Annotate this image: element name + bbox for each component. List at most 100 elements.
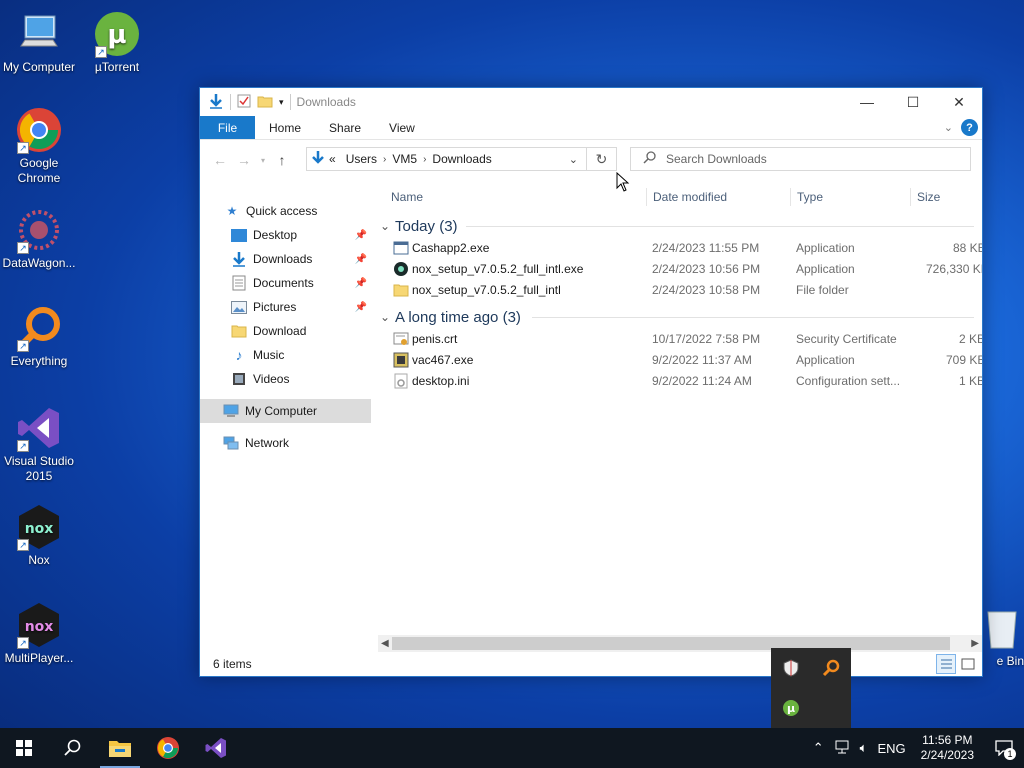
- file-row[interactable]: desktop.ini 9/2/2022 11:24 AM Configurat…: [378, 371, 982, 392]
- desktop-icon-label: Nox: [28, 553, 50, 567]
- details-view-button[interactable]: [936, 654, 956, 674]
- desktop-icon-datawagon[interactable]: ↗ DataWagon...: [0, 206, 78, 271]
- file-type: Application: [796, 262, 855, 276]
- column-header-date[interactable]: Date modified: [646, 188, 727, 206]
- tab-share[interactable]: Share: [315, 116, 375, 139]
- large-icons-view-button[interactable]: [958, 654, 978, 674]
- input-language[interactable]: ENG: [872, 741, 910, 756]
- breadcrumb-users[interactable]: Users: [340, 152, 383, 166]
- clock-time: 11:56 PM: [922, 733, 973, 747]
- utorrent-tray-icon[interactable]: µ: [782, 699, 800, 720]
- desktop-icon-multiplayer[interactable]: nox ↗ MultiPlayer...: [0, 601, 78, 666]
- file-name: nox_setup_v7.0.5.2_full_intl.exe: [412, 262, 584, 276]
- nav-item-download[interactable]: Download: [200, 319, 371, 343]
- nav-item-downloads[interactable]: Downloads 📌: [200, 247, 371, 271]
- properties-icon[interactable]: [237, 94, 251, 111]
- column-header-size[interactable]: Size: [910, 188, 940, 206]
- desktop-icon-label: DataWagon...: [2, 256, 76, 270]
- nav-label: My Computer: [245, 404, 318, 418]
- title-bar[interactable]: ▾ Downloads — ☐ ✕: [200, 88, 982, 116]
- address-bar[interactable]: « Users › VM5 › Downloads ⌄: [306, 147, 587, 171]
- up-arrow-icon[interactable]: ↑: [270, 152, 294, 168]
- breadcrumb-overflow[interactable]: «: [325, 152, 340, 166]
- forward-arrow-icon[interactable]: →: [232, 152, 256, 168]
- file-row[interactable]: vac467.exe 9/2/2022 11:37 AM Application…: [378, 350, 982, 371]
- network-status-icon[interactable]: [829, 740, 855, 757]
- nav-item-desktop[interactable]: Desktop 📌: [200, 223, 371, 247]
- file-date: 2/24/2023 10:58 PM: [652, 283, 761, 297]
- nav-quick-access[interactable]: ★ Quick access: [200, 199, 371, 223]
- application-icon: [393, 240, 409, 256]
- nav-my-computer[interactable]: My Computer: [200, 399, 371, 423]
- file-date: 9/2/2022 11:24 AM: [652, 374, 752, 388]
- desktop-icon-nox[interactable]: nox ↗ Nox: [0, 503, 78, 568]
- tab-file[interactable]: File: [200, 116, 255, 139]
- desktop-icon-visual-studio[interactable]: ↗ Visual Studio 2015: [0, 404, 78, 484]
- taskbar-visual-studio[interactable]: [192, 728, 240, 768]
- column-header-type[interactable]: Type: [790, 188, 823, 206]
- refresh-button[interactable]: ↻: [587, 147, 617, 171]
- videos-icon: [231, 371, 247, 387]
- everything-tray-icon[interactable]: [822, 659, 840, 680]
- nav-item-music[interactable]: ♪ Music: [200, 343, 371, 367]
- pin-icon[interactable]: 📌: [355, 302, 367, 313]
- search-placeholder: Search Downloads: [666, 152, 767, 166]
- scroll-right-arrow-icon[interactable]: ▶: [971, 638, 979, 649]
- group-header-long-time-ago[interactable]: ⌄ A long time ago (3): [378, 305, 982, 329]
- desktop-icon-my-computer[interactable]: My Computer: [0, 10, 78, 75]
- security-shield-icon[interactable]: [782, 659, 800, 680]
- quick-access-toolbar: ▾: [200, 88, 291, 116]
- scrollbar-thumb[interactable]: [392, 637, 950, 650]
- pin-icon[interactable]: 📌: [355, 230, 367, 241]
- group-header-today[interactable]: ⌄ Today (3): [378, 214, 982, 238]
- nav-network[interactable]: Network: [200, 431, 371, 455]
- desktop-icon-label: Everything: [10, 354, 68, 368]
- pin-icon[interactable]: 📌: [355, 278, 367, 289]
- nav-item-videos[interactable]: Videos: [200, 367, 371, 391]
- show-hidden-icons-chevron-icon[interactable]: ⌃: [808, 740, 829, 756]
- customize-dropdown-icon[interactable]: ▾: [279, 97, 284, 108]
- minimize-button[interactable]: —: [844, 88, 890, 116]
- mouse-cursor-icon: [616, 171, 630, 195]
- help-icon[interactable]: ?: [961, 119, 978, 136]
- desktop-icon-label: Google Chrome: [17, 156, 61, 185]
- back-arrow-icon[interactable]: ←: [208, 152, 232, 168]
- desktop-icon-google-chrome[interactable]: ↗ Google Chrome: [0, 106, 78, 186]
- horizontal-scrollbar[interactable]: ◀ ▶: [378, 635, 982, 652]
- column-header-name[interactable]: Name: [385, 188, 423, 206]
- start-button[interactable]: [0, 728, 48, 768]
- search-button[interactable]: [48, 728, 96, 768]
- pin-icon[interactable]: 📌: [355, 254, 367, 265]
- pictures-icon: [231, 299, 247, 315]
- action-center-button[interactable]: 1: [984, 728, 1024, 768]
- tab-home[interactable]: Home: [255, 116, 315, 139]
- volume-icon[interactable]: 🔈︎: [855, 740, 873, 756]
- desktop-icon-utorrent[interactable]: µ ↗ µTorrent: [78, 10, 156, 75]
- tab-view[interactable]: View: [375, 116, 429, 139]
- file-row[interactable]: penis.crt 10/17/2022 7:58 PM Security Ce…: [378, 329, 982, 350]
- file-list[interactable]: Name Date modified Type Size ⌄ Today (3)…: [378, 180, 982, 652]
- file-row[interactable]: nox_setup_v7.0.5.2_full_intl.exe 2/24/20…: [378, 259, 982, 280]
- clock[interactable]: 11:56 PM 2/24/2023: [911, 733, 984, 763]
- file-date: 2/24/2023 10:56 PM: [652, 262, 761, 276]
- taskbar-file-explorer[interactable]: [96, 728, 144, 768]
- scroll-left-arrow-icon[interactable]: ◀: [381, 638, 389, 649]
- recent-locations-icon[interactable]: ▾: [256, 156, 270, 165]
- navigation-pane[interactable]: ★ Quick access Desktop 📌 Downloads 📌 Docume…: [200, 180, 371, 652]
- desktop-icon-everything[interactable]: ↗ Everything: [0, 304, 78, 369]
- nav-item-documents[interactable]: Documents 📌: [200, 271, 371, 295]
- taskbar-chrome[interactable]: [144, 728, 192, 768]
- explorer-window[interactable]: ▾ Downloads — ☐ ✕ File Home Share View ⌄…: [199, 87, 983, 677]
- search-input[interactable]: Search Downloads: [630, 147, 971, 171]
- breadcrumb-downloads[interactable]: Downloads: [426, 152, 497, 166]
- maximize-button[interactable]: ☐: [890, 88, 936, 116]
- close-button[interactable]: ✕: [936, 88, 982, 116]
- breadcrumb-vm5[interactable]: VM5: [386, 152, 423, 166]
- address-history-dropdown-icon[interactable]: ⌄: [569, 153, 578, 166]
- new-folder-icon[interactable]: [257, 94, 273, 111]
- file-row[interactable]: Cashapp2.exe 2/24/2023 11:55 PM Applicat…: [378, 238, 982, 259]
- file-row[interactable]: nox_setup_v7.0.5.2_full_intl 2/24/2023 1…: [378, 280, 982, 301]
- nav-item-pictures[interactable]: Pictures 📌: [200, 295, 371, 319]
- nox-multiplayer-icon: nox ↗: [15, 601, 63, 649]
- expand-ribbon-icon[interactable]: ⌄: [944, 121, 953, 134]
